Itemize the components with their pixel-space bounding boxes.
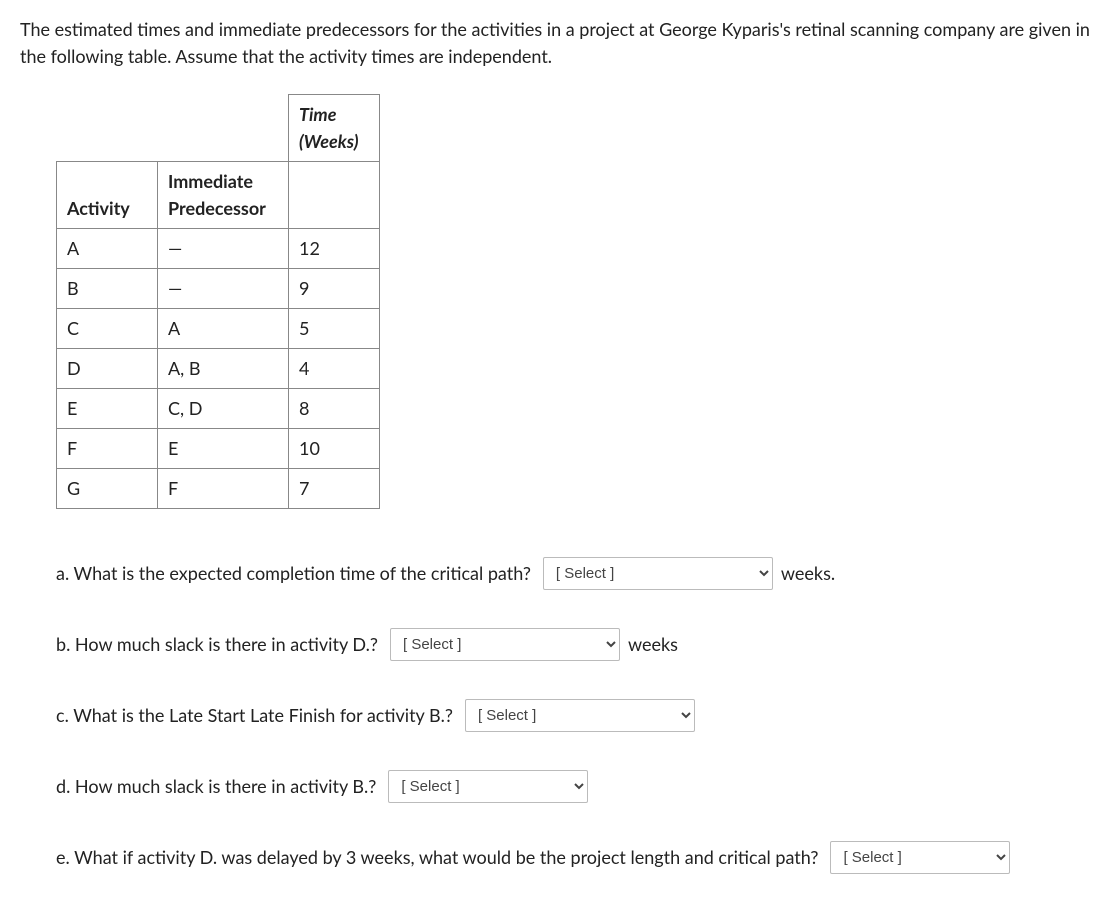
cell-activity: C [57,309,158,349]
select-b[interactable]: [ Select ] [390,628,620,661]
question-c: c. What is the Late Start Late Finish fo… [56,699,1095,732]
question-text: e. What if activity D. was delayed by 3 … [56,844,818,871]
table-row: A — 12 [57,229,380,269]
question-e: e. What if activity D. was delayed by 3 … [56,841,1095,874]
select-d[interactable]: [ Select ] [388,770,588,803]
question-a: a. What is the expected completion time … [56,557,1095,590]
suffix-text: weeks. [781,560,835,587]
select-e[interactable]: [ Select ] [830,841,1010,874]
cell-predecessor: A [158,309,289,349]
question-text: b. How much slack is there in activity D… [56,631,378,658]
table-row: G F 7 [57,469,380,509]
cell-time: 9 [289,269,380,309]
table-row: E C, D 8 [57,389,380,429]
question-text: c. What is the Late Start Late Finish fo… [56,702,453,729]
cell-activity: A [57,229,158,269]
header-activity: Activity [57,162,158,229]
activity-table: Time (Weeks) Activity Immediate Predeces… [56,94,380,509]
cell-time: 12 [289,229,380,269]
question-text: d. How much slack is there in activity B… [56,773,376,800]
cell-predecessor: — [158,229,289,269]
cell-predecessor: — [158,269,289,309]
header-predecessor: Immediate Predecessor [158,162,289,229]
cell-time: 5 [289,309,380,349]
cell-activity: G [57,469,158,509]
cell-activity: D [57,349,158,389]
question-b: b. How much slack is there in activity D… [56,628,1095,661]
cell-predecessor: E [158,429,289,469]
cell-predecessor: F [158,469,289,509]
cell-activity: F [57,429,158,469]
suffix-text: weeks [628,631,678,658]
question-text: a. What is the expected completion time … [56,560,531,587]
header-time: Time (Weeks) [289,95,380,162]
select-a[interactable]: [ Select ] [543,557,773,590]
table-row: F E 10 [57,429,380,469]
intro-text: The estimated times and immediate predec… [20,16,1095,70]
question-d: d. How much slack is there in activity B… [56,770,1095,803]
cell-time: 10 [289,429,380,469]
table-row: D A, B 4 [57,349,380,389]
select-c[interactable]: [ Select ] [465,699,695,732]
cell-activity: E [57,389,158,429]
cell-activity: B [57,269,158,309]
cell-time: 7 [289,469,380,509]
cell-predecessor: A, B [158,349,289,389]
table-row: B — 9 [57,269,380,309]
cell-time: 8 [289,389,380,429]
cell-time: 4 [289,349,380,389]
table-row: C A 5 [57,309,380,349]
cell-predecessor: C, D [158,389,289,429]
